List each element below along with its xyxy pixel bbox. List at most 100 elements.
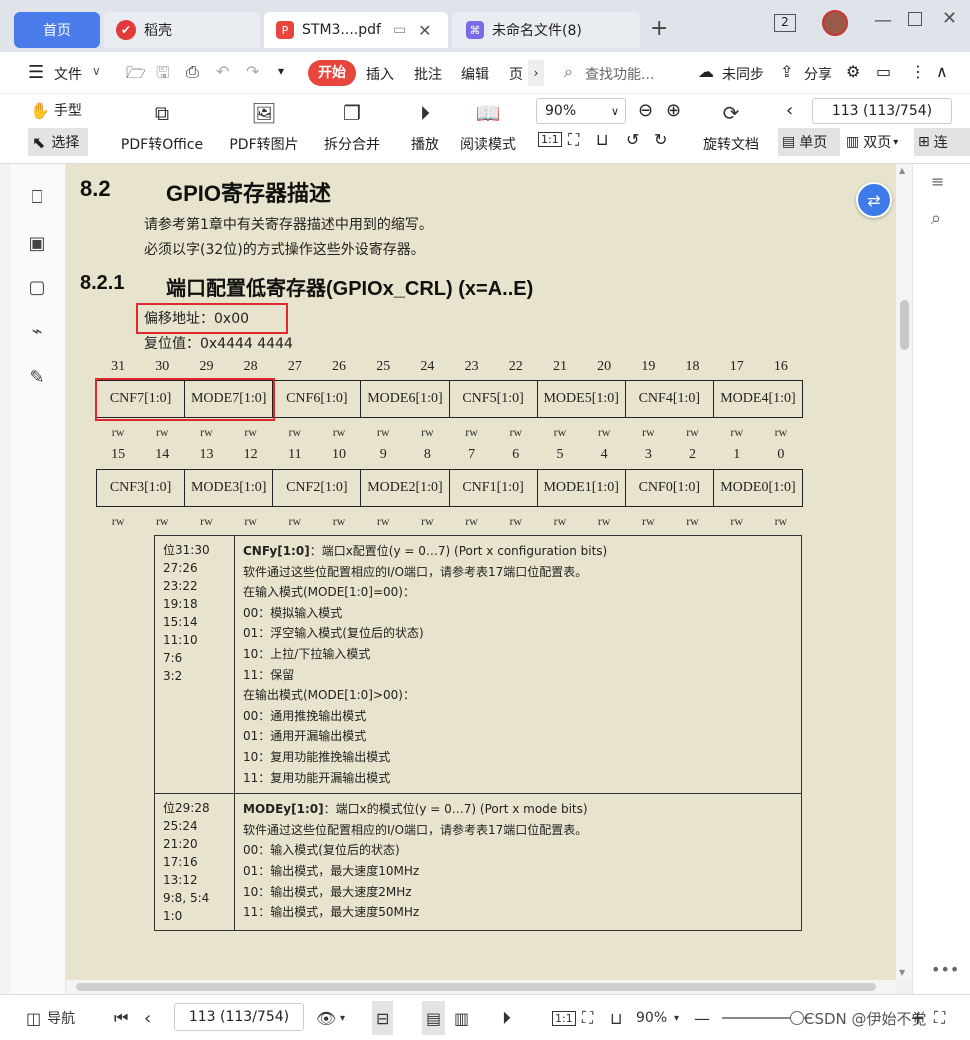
rotate-right-icon[interactable]: ↻ — [654, 130, 667, 149]
tab-unnamed[interactable]: ⌘ 未命名文件(8) — [452, 12, 640, 48]
signature-icon[interactable]: ✎ — [26, 366, 48, 388]
maximize-icon[interactable] — [908, 12, 922, 26]
zoom-slider-handle[interactable] — [790, 1011, 804, 1025]
prev-page-icon[interactable]: ‹ — [786, 100, 793, 121]
continuous-button[interactable]: ⊞ 连 — [914, 128, 970, 156]
register-field: MODE5[1:0] — [538, 381, 626, 417]
status-page-input[interactable]: 113 (113/754) — [174, 1003, 304, 1031]
new-tab-icon[interactable]: + — [650, 16, 668, 41]
scroll-up-icon[interactable]: ▲ — [899, 166, 905, 175]
double-page-button[interactable]: ▥ 双页 ▾ — [846, 132, 898, 152]
menu-edit[interactable]: 编辑 — [461, 64, 489, 84]
navigation-button[interactable]: ◫ 导航 — [26, 995, 75, 1040]
select-tool[interactable]: ⬉ 选择 — [28, 128, 88, 156]
settings-icon[interactable]: ⚙ — [846, 62, 860, 81]
horizontal-scrollbar[interactable] — [66, 980, 896, 994]
actual-size-icon[interactable]: 1:1 — [538, 132, 562, 147]
eye-chevron-icon[interactable]: ▾ — [340, 995, 345, 1040]
hamburger-icon[interactable]: ☰ — [28, 62, 44, 83]
h-scroll-thumb[interactable] — [76, 983, 876, 991]
redo-icon[interactable]: ↷ — [246, 62, 259, 81]
status-zoom-out-icon[interactable]: — — [694, 995, 710, 1040]
status-fit-width-icon[interactable]: ⊔ — [610, 995, 622, 1040]
single-page-button[interactable]: ▤ 单页 — [778, 128, 840, 156]
window-badge[interactable]: 2 — [774, 14, 796, 32]
vertical-scrollbar[interactable]: ▲ ▼ — [896, 164, 912, 980]
status-prev-page-icon[interactable]: ‹ — [144, 995, 151, 1040]
status-zoom-chevron-icon[interactable]: ▾ — [674, 995, 679, 1040]
status-zoom-in-icon[interactable]: + — [910, 995, 925, 1040]
attachment-icon[interactable]: ⌁ — [26, 320, 48, 342]
pdf-to-image-button[interactable]: 🖼 PDF转图片 — [224, 98, 304, 154]
avatar[interactable] — [822, 10, 848, 36]
open-icon[interactable]: 🗁 — [126, 62, 146, 89]
pdf-to-office-button[interactable]: ⧉ PDF转Office — [112, 98, 212, 154]
share-button[interactable]: 分享 — [804, 64, 832, 84]
split-merge-button[interactable]: ❐ 拆分合并 — [314, 98, 390, 154]
collapse-ribbon-icon[interactable]: ∧ — [936, 62, 948, 81]
tab-home[interactable]: 首页 — [14, 12, 100, 48]
translate-float-button[interactable]: ⇄ — [856, 182, 892, 218]
menu-insert[interactable]: 插入 — [366, 64, 394, 84]
more-chevron-icon[interactable]: ▾ — [278, 64, 284, 78]
find-replace-icon[interactable]: ⌕ — [931, 208, 941, 229]
subsection-title: 端口配置低寄存器(GPIOx_CRL) (x=A..E) — [166, 278, 534, 300]
save-icon[interactable]: 🖫 — [156, 62, 170, 89]
more-vertical-icon[interactable]: ⋮ — [910, 62, 926, 81]
rotate-doc-icon: ⟳ — [722, 101, 740, 125]
close-window-icon[interactable]: ✕ — [942, 8, 957, 29]
play-button[interactable]: ⏵ 播放 — [404, 98, 446, 154]
single-page-mode-icon[interactable]: ▤ — [422, 1001, 446, 1035]
bookmark-icon[interactable]: ⎕ — [26, 186, 48, 208]
zoom-in-icon[interactable]: ⊕ — [666, 100, 681, 121]
bit-number: 5 — [556, 447, 564, 462]
status-actual-size-icon[interactable]: 1:1 — [552, 995, 576, 1040]
chevron-down-icon[interactable]: ∨ — [92, 64, 101, 78]
comment-icon[interactable]: ▭ — [876, 62, 891, 81]
tab-pdf[interactable]: P STM3....pdf ▭ ✕ — [264, 12, 448, 48]
sync-status[interactable]: 未同步 — [722, 64, 764, 84]
comment-panel-icon[interactable]: ▢ — [26, 276, 48, 298]
image-icon[interactable]: ▣ — [26, 232, 48, 254]
scroll-down-icon[interactable]: ▼ — [899, 968, 905, 977]
first-page-icon[interactable]: ⏮ — [114, 995, 128, 1040]
screen-icon[interactable]: ▭ — [393, 22, 406, 38]
status-fit-page-icon[interactable]: ⛶ — [582, 995, 593, 1040]
fit-width-icon[interactable]: ⊔ — [596, 130, 608, 149]
share-icon[interactable]: ⇪ — [780, 62, 793, 81]
right-panel-toggle-icon[interactable]: ≡ — [931, 172, 944, 191]
continuous-scroll-icon[interactable]: ⊟ — [372, 1001, 394, 1035]
rotate-doc-button[interactable]: ⟳ 旋转文档 — [698, 98, 764, 154]
bit-number: 30 — [155, 359, 170, 374]
more-options-icon[interactable]: ••• — [931, 960, 959, 979]
double-page-mode-icon[interactable]: ▥ — [454, 995, 469, 1040]
tab-unnamed-label: 未命名文件(8) — [492, 23, 582, 39]
close-tab-icon[interactable]: ✕ — [418, 21, 431, 40]
menu-annotate[interactable]: 批注 — [414, 64, 442, 84]
scroll-thumb[interactable] — [900, 300, 909, 350]
menu-file[interactable]: 文件 — [54, 64, 82, 84]
fit-page-icon[interactable]: ⛶ — [568, 130, 579, 150]
zoom-slider[interactable] — [722, 1011, 812, 1025]
print-icon[interactable]: ⎙ — [186, 62, 199, 82]
cloud-icon[interactable]: ☁ — [698, 62, 714, 81]
undo-icon[interactable]: ↶ — [216, 62, 229, 81]
tab-docer[interactable]: ✔ 稻壳 — [104, 12, 260, 48]
menu-page[interactable]: 页 — [509, 64, 523, 84]
zoom-out-icon[interactable]: ⊖ — [638, 100, 653, 121]
fullscreen-icon[interactable]: ⛶ — [934, 995, 945, 1040]
search-input[interactable]: 查找功能... — [585, 64, 654, 84]
zoom-select[interactable]: 90% ∨ — [536, 98, 626, 124]
eye-icon[interactable]: 👁 — [316, 995, 336, 1040]
rotate-left-icon[interactable]: ↺ — [626, 130, 639, 149]
menu-more-icon[interactable]: › — [528, 60, 544, 86]
access-type: rw — [642, 425, 655, 439]
minimize-icon[interactable]: — — [874, 10, 892, 31]
status-play-icon[interactable]: ⏵ — [502, 995, 511, 1040]
page-input[interactable]: 113 (113/754) — [812, 98, 952, 124]
hand-tool[interactable]: ✋ 手型 — [30, 100, 82, 120]
read-mode-button[interactable]: 📖 阅读模式 — [454, 98, 522, 154]
menu-start[interactable]: 开始 — [308, 60, 356, 86]
search-icon[interactable]: ⌕ — [564, 62, 573, 82]
status-zoom-value[interactable]: 90% — [636, 995, 667, 1040]
